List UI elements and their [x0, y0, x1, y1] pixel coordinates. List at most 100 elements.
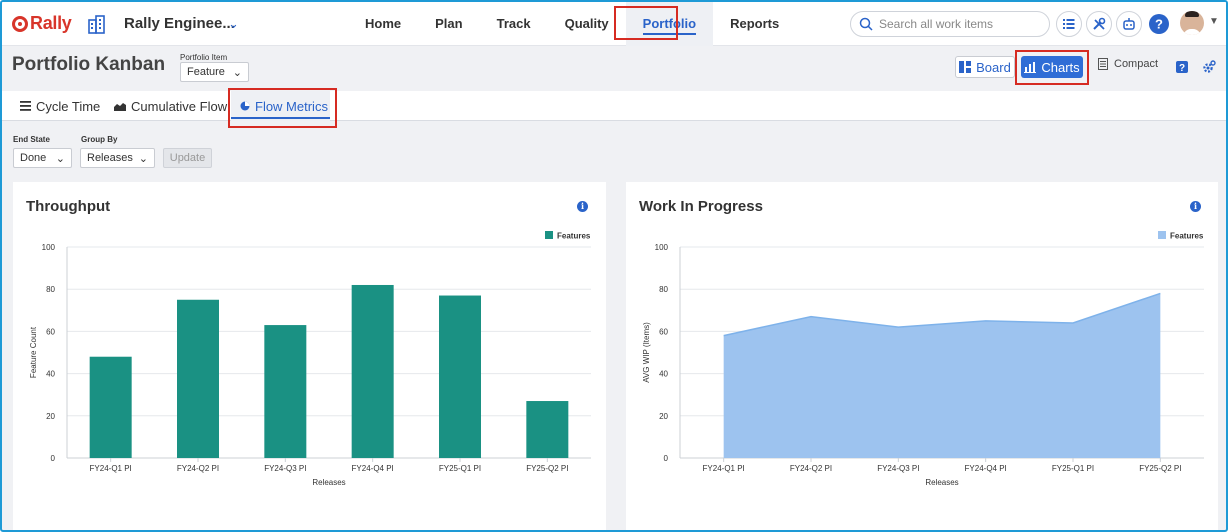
- nav-portfolio-label: Portfolio: [642, 16, 697, 35]
- compact-toggle[interactable]: Compact: [1098, 58, 1158, 70]
- tab-flow-metrics[interactable]: Flow Metrics: [231, 91, 330, 121]
- bar: [89, 356, 132, 458]
- bar: [177, 299, 219, 458]
- tab-cumulative-flow-label: Cumulative Flow: [131, 98, 228, 114]
- search-placeholder: Search all work items: [879, 17, 994, 31]
- tools-icon: [1093, 17, 1106, 30]
- legend-label: Features: [1170, 232, 1204, 241]
- workspace-name[interactable]: Rally Enginee...: [124, 15, 235, 32]
- legend-swatch: [1158, 231, 1166, 239]
- active-tab-indicator: [231, 117, 330, 119]
- tab-cycle-time[interactable]: Cycle Time: [20, 91, 100, 121]
- app-window: Rally Rally Enginee... ⌄ Home Plan Track…: [0, 0, 1228, 532]
- y-tick-label: 80: [659, 285, 668, 294]
- board-view-button[interactable]: Board: [955, 56, 1015, 78]
- x-axis-label: Releases: [925, 478, 958, 487]
- y-tick-label: 20: [46, 412, 55, 421]
- x-tick-label: FY24-Q3 PI: [264, 464, 306, 473]
- x-axis-label: Releases: [312, 478, 345, 487]
- chevron-down-icon: ⌄: [55, 152, 65, 165]
- area-chart-icon: [114, 103, 126, 111]
- x-tick-label: FY25-Q2 PI: [526, 464, 568, 473]
- chart-tabs: Cycle Time Cumulative Flow Flow Metrics: [2, 91, 1226, 121]
- group-by-value: Releases: [87, 152, 133, 164]
- bar: [439, 295, 481, 458]
- main-nav: Home Plan Track Quality Portfolio Report…: [348, 2, 796, 46]
- area-fill: [723, 293, 1161, 458]
- document-icon: [1098, 58, 1108, 70]
- end-state-label: End State: [13, 135, 50, 144]
- bar: [264, 325, 307, 458]
- bar: [351, 284, 394, 458]
- page-header: Portfolio Kanban Portfolio Item Feature …: [2, 47, 1226, 91]
- board-icon: [959, 61, 972, 73]
- legend: Features: [1158, 231, 1204, 241]
- y-tick-label: 0: [664, 454, 669, 463]
- chevron-down-icon: ⌄: [138, 152, 148, 165]
- x-tick-label: FY24-Q4 PI: [352, 464, 394, 473]
- end-state-value: Done: [20, 152, 47, 164]
- portfolio-item-select[interactable]: Feature ⌄: [180, 62, 249, 82]
- update-button[interactable]: Update: [163, 148, 212, 168]
- assistant-button[interactable]: [1116, 11, 1142, 37]
- search-icon: [859, 17, 873, 31]
- nav-plan[interactable]: Plan: [418, 2, 479, 46]
- nav-track[interactable]: Track: [480, 2, 548, 46]
- user-menu-chevron-down-icon[interactable]: ▼: [1209, 16, 1219, 27]
- nav-reports[interactable]: Reports: [713, 2, 796, 46]
- x-tick-label: FY25-Q1 PI: [1052, 464, 1094, 473]
- y-axis-label: Feature Count: [29, 326, 38, 378]
- portfolio-item-label: Portfolio Item: [180, 53, 228, 62]
- nav-home[interactable]: Home: [348, 2, 418, 46]
- charts-view-button[interactable]: Charts: [1021, 56, 1083, 78]
- end-state-select[interactable]: Done ⌄: [13, 148, 72, 168]
- bar: [526, 401, 569, 458]
- search-input[interactable]: Search all work items: [850, 11, 1050, 37]
- nav-portfolio[interactable]: Portfolio: [625, 2, 714, 46]
- nav-quality[interactable]: Quality: [548, 2, 626, 46]
- legend: Features: [545, 231, 591, 241]
- y-tick-label: 100: [42, 243, 56, 252]
- nav-plan-label: Plan: [435, 16, 463, 31]
- y-tick-label: 60: [46, 327, 55, 336]
- logo-text: Rally: [30, 13, 72, 33]
- tab-cumulative-flow[interactable]: Cumulative Flow: [114, 91, 227, 121]
- setup-tools-button[interactable]: [1086, 11, 1112, 37]
- help-book-icon[interactable]: ?: [1176, 61, 1188, 73]
- x-tick-label: FY24-Q2 PI: [790, 464, 832, 473]
- y-tick-label: 60: [659, 327, 668, 336]
- wip-chart: 0 20 40 60 80 100 FY24-Q1 PI FY24-Q2 PI FY24-Q3 …: [642, 231, 1204, 487]
- list-icon: [1063, 19, 1075, 29]
- compact-label: Compact: [1114, 58, 1159, 70]
- charts-view-label: Charts: [1041, 59, 1080, 75]
- x-tick-label: FY24-Q2 PI: [177, 464, 219, 473]
- y-axis-label: AVG WIP (Items): [642, 322, 651, 383]
- wip-panel: Work In Progress i 0 20 40 60 80 100 FY24-Q1 P…: [626, 182, 1218, 530]
- rally-logo-icon: [12, 15, 28, 32]
- x-tick-label: FY24-Q3 PI: [877, 464, 919, 473]
- group-by-label: Group By: [81, 135, 118, 144]
- page-title: Portfolio Kanban: [12, 54, 166, 75]
- robot-icon: [1123, 18, 1135, 30]
- y-tick-label: 0: [51, 454, 56, 463]
- svg-text:?: ?: [1155, 17, 1163, 32]
- x-tick-label: FY24-Q1 PI: [90, 464, 132, 473]
- tab-cycle-time-label: Cycle Time: [36, 98, 101, 114]
- help-icon: ?: [1149, 14, 1169, 34]
- x-tick-label: FY25-Q1 PI: [439, 464, 481, 473]
- throughput-panel: Throughput i 0 20 40 60 80 100 FY24-Q1 PI FY24-…: [13, 182, 606, 530]
- y-tick-label: 100: [655, 243, 669, 252]
- nav-track-label: Track: [496, 16, 531, 31]
- tab-flow-metrics-label: Flow Metrics: [255, 98, 328, 114]
- rally-logo[interactable]: Rally: [12, 13, 72, 34]
- settings-gear-icon[interactable]: [1202, 60, 1216, 74]
- user-avatar[interactable]: [1180, 11, 1204, 35]
- workspace-chevron-down-icon[interactable]: ⌄: [228, 16, 239, 32]
- list-view-button[interactable]: [1056, 11, 1082, 37]
- chevron-down-icon: ⌄: [232, 66, 242, 79]
- help-button[interactable]: ?: [1146, 11, 1172, 37]
- y-tick-label: 20: [659, 412, 668, 421]
- group-by-select[interactable]: Releases ⌄: [80, 148, 155, 168]
- list-icon: [20, 101, 31, 111]
- nav-reports-label: Reports: [730, 16, 780, 31]
